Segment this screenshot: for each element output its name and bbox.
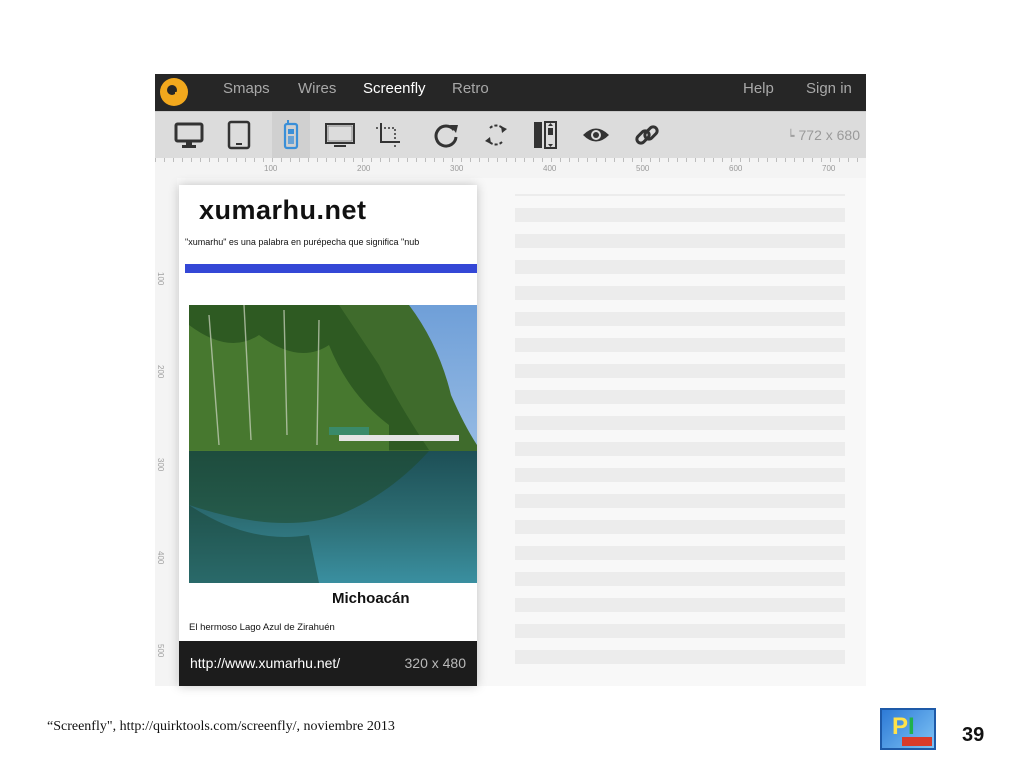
screenfly-app: Smaps Wires Screenfly Retro Help Sign in: [155, 74, 866, 686]
crop-icon: ┕: [787, 129, 795, 143]
nav-smaps[interactable]: Smaps: [223, 74, 270, 111]
ruler-label: 600: [729, 164, 743, 173]
slide-number: 39: [962, 724, 985, 746]
logo-tail: [175, 92, 183, 102]
site-title: xumarhu.net: [199, 195, 367, 225]
nav-wires[interactable]: Wires: [298, 74, 336, 111]
nav-sign-in[interactable]: Sign in: [806, 74, 852, 111]
ruler-label: 200: [156, 365, 165, 379]
quirktools-logo-icon[interactable]: [160, 78, 188, 106]
site-header-bar: [185, 264, 477, 273]
device-preview[interactable]: xumarhu.net "xumarhu" es una palabra en …: [179, 185, 477, 686]
nav-help[interactable]: Help: [743, 74, 774, 111]
lake-photo: [189, 305, 477, 583]
tablet-icon[interactable]: [220, 112, 258, 158]
top-nav: Smaps Wires Screenfly Retro Help Sign in: [155, 74, 866, 111]
preview-size: 320 x 480: [404, 655, 467, 671]
nav-screenfly[interactable]: Screenfly: [363, 74, 426, 111]
viewport-dimensions-value: 772 x 680: [798, 127, 861, 143]
ruler-label: 400: [156, 551, 165, 565]
nav-retro[interactable]: Retro: [452, 74, 489, 111]
ruler-label: 400: [543, 164, 557, 173]
device-footer: http://www.xumarhu.net/ 320 x 480: [179, 641, 477, 686]
slide-credit: “Screenfly", http://quirktools.com/scree…: [47, 719, 395, 734]
tv-icon[interactable]: [321, 112, 359, 158]
custom-size-icon[interactable]: [369, 112, 407, 158]
preview-icon[interactable]: [577, 112, 615, 158]
device-toolbar: ┕ 772 x 680: [155, 111, 866, 158]
scrollbars-icon[interactable]: [526, 112, 564, 158]
horizontal-ruler: 100 200 300 400 500 600 700: [155, 158, 866, 178]
site-tagline: "xumarhu" es una palabra en purépecha qu…: [185, 237, 420, 247]
rotate-icon[interactable]: [477, 112, 515, 158]
photo-description: El hermoso Lago Azul de Zirahuén: [189, 622, 335, 633]
vertical-ruler: 100 200 300 400 500: [155, 178, 177, 686]
ruler-label: 500: [156, 644, 165, 658]
slide-logo-icon: P I: [880, 708, 936, 750]
background-site-preview: [515, 194, 845, 664]
ruler-label: 500: [636, 164, 650, 173]
ruler-label: 100: [156, 272, 165, 286]
ruler-label: 700: [822, 164, 836, 173]
ruler-label: 300: [156, 458, 165, 472]
mobile-icon[interactable]: [272, 112, 310, 158]
viewport-dimensions: ┕ 772 x 680: [787, 112, 860, 158]
preview-url[interactable]: http://www.xumarhu.net/: [190, 641, 340, 686]
logo-strip: [902, 737, 932, 746]
share-link-icon[interactable]: [628, 112, 666, 158]
photo-caption: Michoacán: [332, 590, 410, 607]
ruler-label: 100: [264, 164, 278, 173]
ruler-label: 300: [450, 164, 464, 173]
ruler-label: 200: [357, 164, 371, 173]
desktop-icon[interactable]: [170, 112, 208, 158]
refresh-icon[interactable]: [427, 112, 465, 158]
